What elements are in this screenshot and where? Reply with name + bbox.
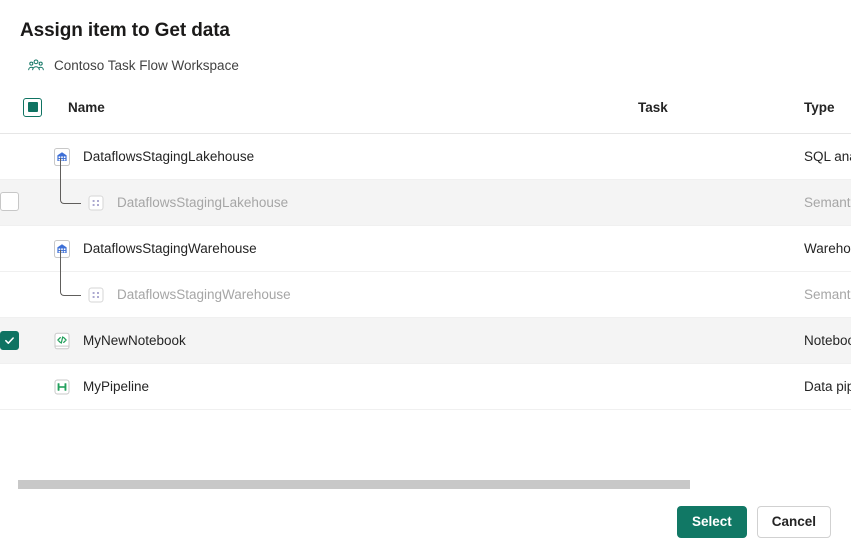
row-select-cell[interactable] xyxy=(0,272,52,318)
table-row[interactable]: DataflowsStagingWarehouseWarehousePau xyxy=(0,226,851,272)
table-header: Name Task Type Ow xyxy=(0,92,851,134)
column-header-name[interactable]: Name xyxy=(52,92,637,134)
row-type-value: Semantic model (default) xyxy=(804,195,851,210)
column-header-type[interactable]: Type xyxy=(804,92,851,134)
table-header-row: Name Task Type Ow xyxy=(0,92,851,134)
row-type-value: Semantic model (default) xyxy=(804,287,851,302)
select-button[interactable]: Select xyxy=(677,506,747,538)
row-item-name: MyPipeline xyxy=(83,379,149,394)
workspace-breadcrumb: Contoso Task Flow Workspace xyxy=(20,57,831,75)
name-cell-inner: DataflowsStagingLakehouse xyxy=(52,180,637,225)
row-task-cell xyxy=(637,318,804,364)
row-item-name: DataflowsStagingLakehouse xyxy=(83,149,254,164)
row-type-cell: Semantic model (default) xyxy=(804,272,851,318)
row-type-value: Warehouse xyxy=(804,241,851,256)
row-type-value: Notebook xyxy=(804,333,851,348)
semantic-model-icon xyxy=(86,193,106,213)
semantic-model-icon xyxy=(86,285,106,305)
row-type-cell: Warehouse xyxy=(804,226,851,272)
row-type-cell: SQL analytics endpoint xyxy=(804,134,851,180)
row-task-cell xyxy=(637,272,804,318)
items-grid-container: Name Task Type Ow DataflowsStagingLakeho… xyxy=(0,92,851,491)
workspace-group-icon xyxy=(27,57,45,75)
name-cell-inner: DataflowsStagingWarehouse xyxy=(52,272,637,317)
row-name-cell[interactable]: DataflowsStagingLakehouse xyxy=(52,134,637,180)
row-task-cell xyxy=(637,364,804,410)
row-type-cell: Semantic model (default) xyxy=(804,180,851,226)
row-item-name: MyNewNotebook xyxy=(83,333,186,348)
table-row[interactable]: DataflowsStagingLakehouse SQL analytics e… xyxy=(0,134,851,180)
row-select-cell[interactable] xyxy=(0,364,52,410)
row-item-name: DataflowsStagingLakehouse xyxy=(117,195,288,210)
workspace-name: Contoso Task Flow Workspace xyxy=(54,57,239,75)
row-checkbox[interactable] xyxy=(0,192,19,211)
row-task-cell xyxy=(637,134,804,180)
column-header-task[interactable]: Task xyxy=(637,92,804,134)
row-name-cell[interactable]: MyNewNotebook xyxy=(52,318,637,364)
row-item-name: DataflowsStagingWarehouse xyxy=(117,287,291,302)
table-body: DataflowsStagingLakehouse SQL analytics e… xyxy=(0,134,851,410)
row-select-cell[interactable] xyxy=(0,134,52,180)
row-task-cell xyxy=(637,226,804,272)
row-name-cell[interactable]: DataflowsStagingWarehouse xyxy=(52,226,637,272)
row-select-cell[interactable] xyxy=(0,318,52,364)
items-table: Name Task Type Ow DataflowsStagingLakeho… xyxy=(0,92,851,410)
page-title: Assign item to Get data xyxy=(20,18,831,44)
column-header-select-all xyxy=(0,92,52,134)
row-checkbox[interactable] xyxy=(0,331,19,350)
checkbox-indeterminate-mark xyxy=(28,102,38,112)
row-task-cell xyxy=(637,180,804,226)
dialog-footer: Select Cancel xyxy=(0,491,851,553)
lakehouse-icon xyxy=(52,147,72,167)
name-cell-inner: MyPipeline xyxy=(52,364,637,409)
name-cell-inner: MyNewNotebook xyxy=(52,318,637,363)
checkmark-icon xyxy=(4,335,15,346)
row-name-cell[interactable]: DataflowsStagingWarehouse xyxy=(52,272,637,318)
row-type-cell: Data pipeline xyxy=(804,364,851,410)
cancel-button[interactable]: Cancel xyxy=(757,506,831,538)
table-row[interactable]: MyNewNotebookNotebookPau xyxy=(0,318,851,364)
row-item-name: DataflowsStagingWarehouse xyxy=(83,241,257,256)
row-type-cell: Notebook xyxy=(804,318,851,364)
name-cell-inner: DataflowsStagingWarehouse xyxy=(52,226,637,271)
row-select-cell[interactable] xyxy=(0,226,52,272)
table-row[interactable]: DataflowsStagingWarehouse Semantic model … xyxy=(0,272,851,318)
warehouse-icon xyxy=(52,239,72,259)
row-type-value: SQL analytics endpoint xyxy=(804,149,851,164)
name-cell-inner: DataflowsStagingLakehouse xyxy=(52,134,637,179)
select-all-checkbox[interactable] xyxy=(23,98,42,117)
pipeline-icon xyxy=(52,377,72,397)
table-row[interactable]: DataflowsStagingLakehouse Semantic model … xyxy=(0,180,851,226)
row-name-cell[interactable]: MyPipeline xyxy=(52,364,637,410)
assign-item-dialog: Assign item to Get data Contoso Task Flo… xyxy=(0,0,851,553)
row-type-value: Data pipeline xyxy=(804,379,851,394)
row-select-cell[interactable] xyxy=(0,180,52,226)
horizontal-scrollbar-track[interactable] xyxy=(0,477,851,491)
dialog-header: Assign item to Get data Contoso Task Flo… xyxy=(0,0,851,75)
row-name-cell[interactable]: DataflowsStagingLakehouse xyxy=(52,180,637,226)
table-row[interactable]: MyPipelineData pipelinePau xyxy=(0,364,851,410)
notebook-icon xyxy=(52,331,72,351)
horizontal-scrollbar-thumb[interactable] xyxy=(18,480,690,489)
